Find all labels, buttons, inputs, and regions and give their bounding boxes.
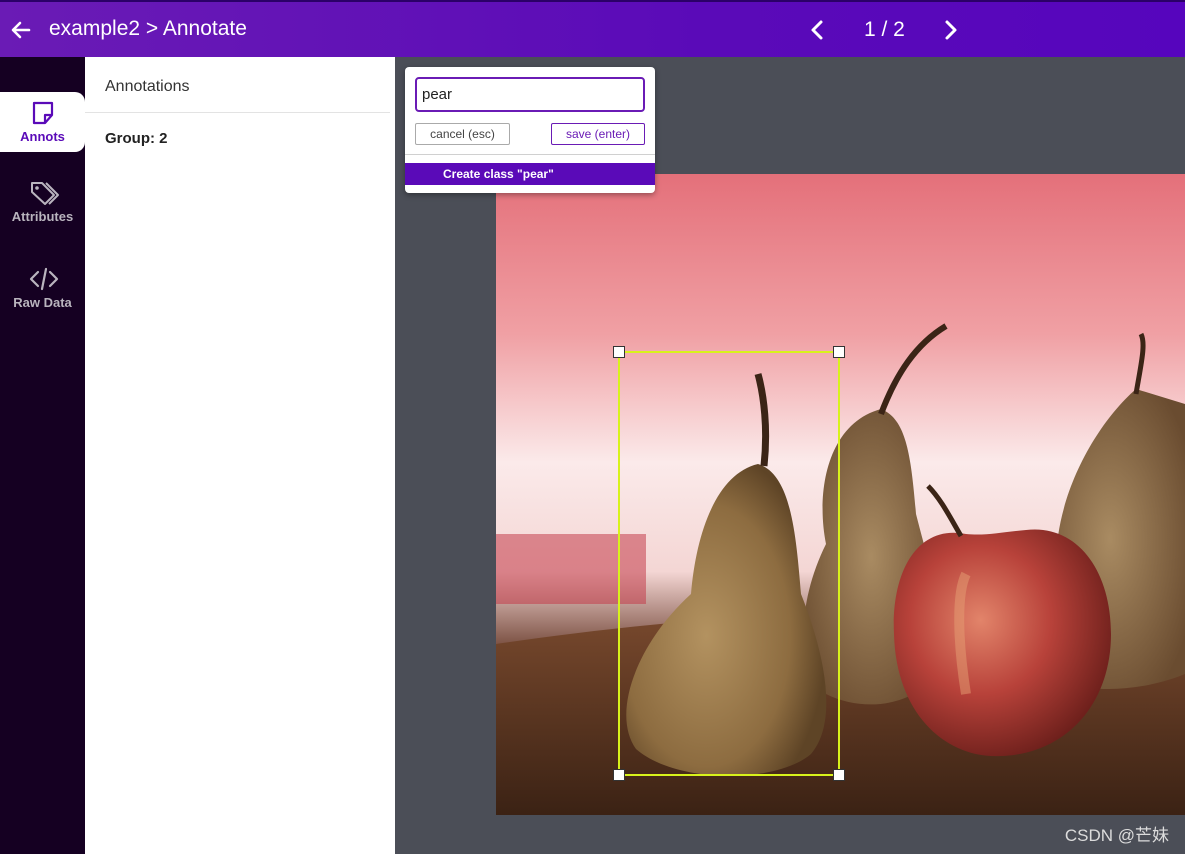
watermark: CSDN @芒妹 bbox=[1064, 826, 1169, 845]
left-nav: Annots Attributes Raw Data bbox=[0, 57, 85, 854]
resize-handle-bottom-left[interactable] bbox=[613, 769, 625, 781]
sticky-note-icon bbox=[29, 100, 57, 126]
resize-handle-top-left[interactable] bbox=[613, 346, 625, 358]
save-button[interactable]: save (enter) bbox=[551, 123, 645, 145]
create-class-option[interactable]: Create class "pear" bbox=[405, 163, 655, 185]
code-icon bbox=[29, 266, 58, 292]
group-label[interactable]: Group: 2 bbox=[105, 130, 168, 147]
bounding-box[interactable] bbox=[613, 346, 845, 781]
nav-item-raw-data[interactable]: Raw Data bbox=[0, 266, 85, 328]
class-label-popup: cancel (esc) save (enter) Create class "… bbox=[405, 67, 655, 193]
nav-item-label: Raw Data bbox=[13, 295, 72, 310]
divider bbox=[85, 112, 390, 113]
panel-heading: Annotations bbox=[105, 78, 190, 95]
divider bbox=[405, 154, 655, 155]
back-arrow-icon[interactable] bbox=[9, 18, 33, 42]
annotated-image[interactable] bbox=[496, 174, 1185, 815]
resize-handle-top-right[interactable] bbox=[833, 346, 845, 358]
annotations-panel: Annotations Group: 2 bbox=[85, 57, 395, 854]
nav-item-annots[interactable]: Annots bbox=[0, 92, 85, 152]
cancel-button[interactable]: cancel (esc) bbox=[415, 123, 510, 145]
chevron-left-icon[interactable] bbox=[806, 18, 828, 42]
chevron-right-icon[interactable] bbox=[940, 18, 962, 42]
page-title: example2 > Annotate bbox=[49, 17, 247, 40]
class-name-input[interactable] bbox=[415, 77, 645, 112]
nav-item-label: Annots bbox=[20, 129, 65, 144]
resize-handle-bottom-right[interactable] bbox=[833, 769, 845, 781]
top-bar: example2 > Annotate 1 / 2 bbox=[0, 0, 1185, 57]
pager: 1 / 2 bbox=[806, 16, 966, 44]
page-indicator: 1 / 2 bbox=[864, 18, 905, 41]
tags-icon bbox=[29, 180, 59, 206]
nav-item-attributes[interactable]: Attributes bbox=[0, 180, 85, 242]
nav-item-label: Attributes bbox=[11, 209, 74, 224]
